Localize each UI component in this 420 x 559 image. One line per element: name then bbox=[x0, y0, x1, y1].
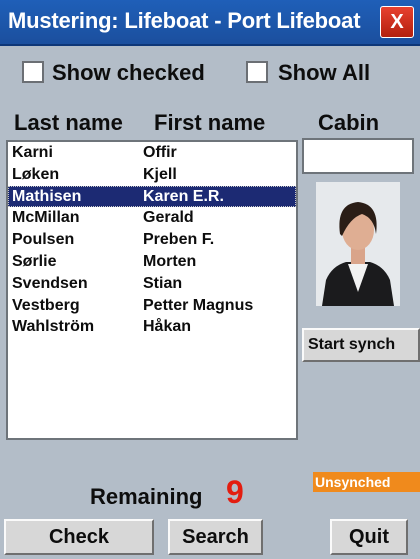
remaining-label: Remaining bbox=[90, 484, 203, 509]
first-name-cell: Offir bbox=[143, 144, 177, 161]
column-header-first-name: First name bbox=[154, 110, 266, 135]
list-item[interactable]: Vestberg Petter Magnus bbox=[8, 295, 296, 317]
show-checked-checkbox[interactable] bbox=[22, 61, 44, 83]
show-all-checkbox[interactable] bbox=[246, 61, 268, 83]
people-list[interactable]: Karni Offir Løken Kjell Mathisen Karen E.R. Mc… bbox=[6, 140, 298, 440]
sync-status-badge: Unsynched bbox=[313, 472, 420, 492]
list-item[interactable]: Sørlie Morten bbox=[8, 251, 296, 273]
start-synch-button[interactable]: Start synch bbox=[302, 328, 420, 362]
first-name-cell: Gerald bbox=[143, 209, 194, 227]
last-name-cell: Løken bbox=[12, 165, 60, 183]
column-header-last-name: Last name bbox=[14, 110, 123, 135]
last-name-cell: Svendsen bbox=[12, 274, 88, 292]
title-bar: Mustering: Lifeboat - Port Lifeboat X bbox=[0, 0, 420, 46]
first-name-cell: Morten bbox=[143, 252, 197, 270]
last-name-cell: Vestberg bbox=[12, 296, 80, 314]
show-all-label[interactable]: Show All bbox=[278, 60, 370, 86]
last-name-cell: McMillan bbox=[12, 209, 80, 227]
person-photo bbox=[316, 182, 400, 306]
window-title: Mustering: Lifeboat - Port Lifeboat bbox=[8, 8, 361, 33]
first-name-cell: Stian bbox=[143, 274, 183, 292]
list-item[interactable]: Wahlström Håkan bbox=[8, 316, 296, 338]
first-name-cell: Petter Magnus bbox=[143, 296, 254, 314]
first-name-cell: Karen E.R. bbox=[143, 187, 224, 205]
last-name-cell: Poulsen bbox=[12, 231, 75, 249]
first-name-cell: Håkan bbox=[143, 318, 192, 336]
remaining-count: 9 bbox=[226, 474, 244, 510]
list-item[interactable]: Løken Kjell bbox=[8, 164, 296, 186]
list-item[interactable]: McMillan Gerald bbox=[8, 207, 296, 229]
cabin-field[interactable] bbox=[302, 138, 414, 174]
last-name-cell: Mathisen bbox=[12, 187, 82, 205]
last-name-cell: Karni bbox=[12, 144, 53, 161]
list-item[interactable]: Poulsen Preben F. bbox=[8, 229, 296, 251]
list-item[interactable]: Karni Offir bbox=[8, 142, 296, 164]
check-button[interactable]: Check bbox=[4, 519, 154, 555]
search-button[interactable]: Search bbox=[168, 519, 263, 555]
column-header-cabin: Cabin bbox=[318, 110, 380, 135]
close-button[interactable]: X bbox=[380, 6, 414, 38]
first-name-cell: Preben F. bbox=[143, 231, 215, 249]
list-item[interactable]: Svendsen Stian bbox=[8, 273, 296, 295]
first-name-cell: Kjell bbox=[143, 165, 177, 183]
portrait-image bbox=[316, 182, 400, 306]
last-name-cell: Wahlström bbox=[12, 318, 95, 336]
quit-button[interactable]: Quit bbox=[330, 519, 408, 555]
show-checked-label[interactable]: Show checked bbox=[52, 60, 205, 86]
last-name-cell: Sørlie bbox=[12, 252, 57, 270]
list-item[interactable]: Mathisen Karen E.R. bbox=[8, 185, 296, 208]
